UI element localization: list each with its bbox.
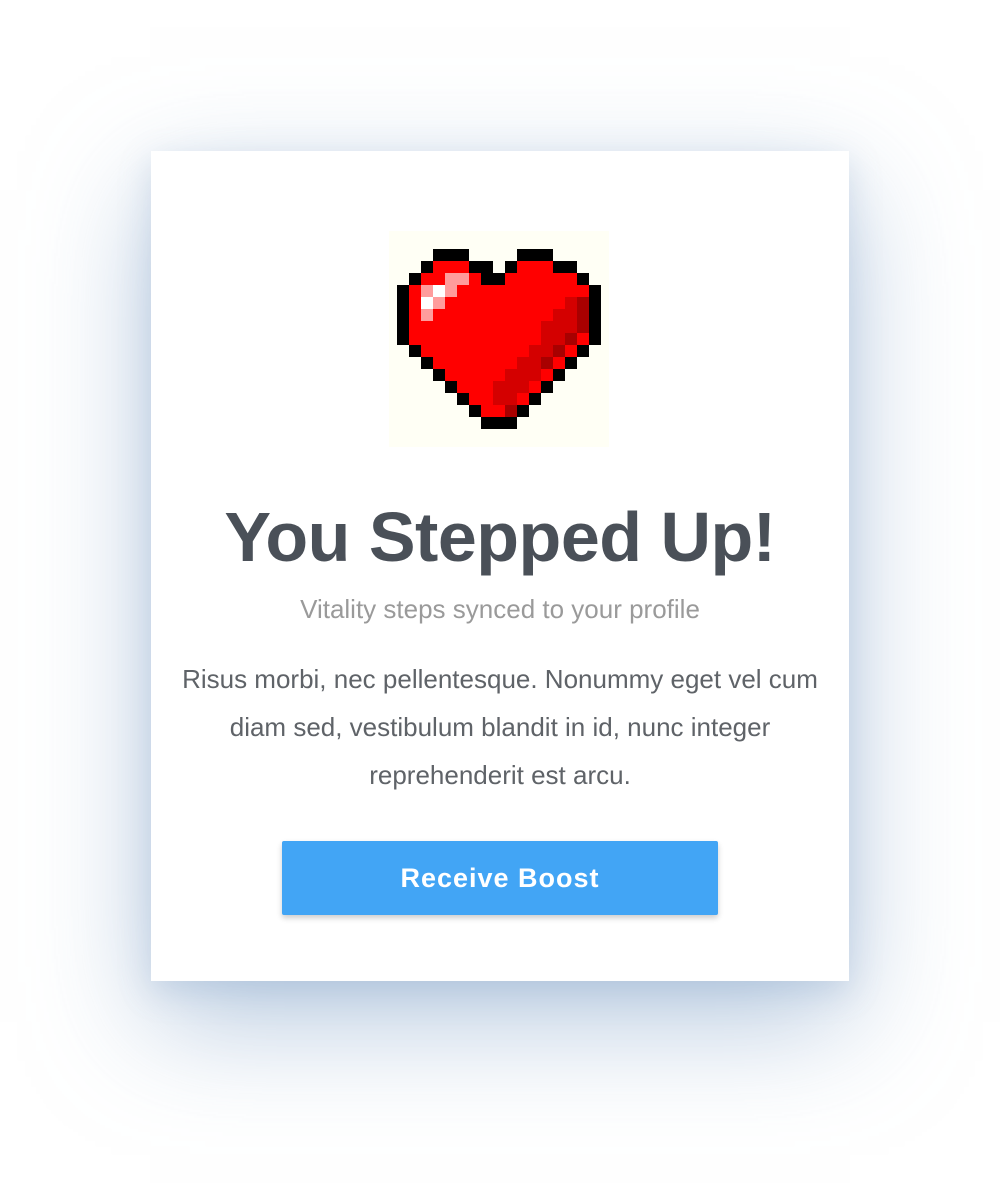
heart-image: [389, 231, 609, 447]
achievement-card: You Stepped Up! Vitality steps synced to…: [151, 151, 849, 981]
pixel-heart-icon: [397, 249, 601, 429]
receive-boost-button[interactable]: Receive Boost: [282, 841, 718, 915]
page-title: You Stepped Up!: [224, 498, 776, 576]
subtitle: Vitality steps synced to your profile: [300, 594, 700, 624]
body-text: Risus morbi, nec pellentesque. Nonummy e…: [182, 664, 818, 790]
